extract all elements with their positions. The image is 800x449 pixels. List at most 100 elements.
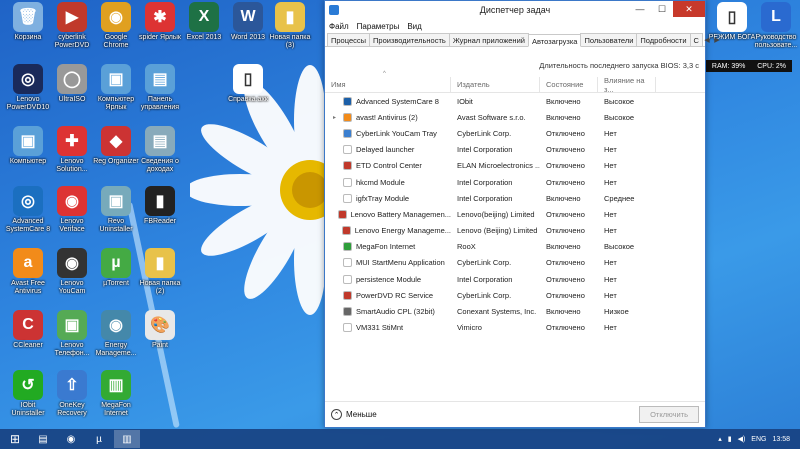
desktop-shortcut[interactable]: ◉ Energy Manageme... xyxy=(92,310,140,368)
cell-impact: Нет xyxy=(604,226,617,236)
desktop-shortcut[interactable]: ▯ РЕЖИМ БОГА xyxy=(708,2,756,60)
cell-name: Lenovo Energy Manageme... xyxy=(325,226,451,236)
table-row[interactable]: Advanced SystemCare 8 IObit Включено Высоко… xyxy=(325,93,705,109)
desktop-shortcut[interactable]: W Word 2013 xyxy=(224,2,272,60)
app-icon xyxy=(343,128,352,138)
table-row[interactable]: ETD Control Center ELAN Microelectronics … xyxy=(325,158,705,174)
cell-publisher: CyberLink Corp. xyxy=(457,290,512,300)
tab-scroll-right-icon[interactable]: ▶ xyxy=(712,34,722,46)
cpu-readout: CPU: 2% xyxy=(757,62,787,70)
language-indicator[interactable]: ENG xyxy=(751,436,766,443)
clock[interactable]: 13:58 xyxy=(772,436,790,443)
desktop-shortcut[interactable]: X Excel 2013 xyxy=(180,2,228,60)
desktop-shortcut[interactable]: 🗑 Корзина xyxy=(4,2,52,60)
desktop-shortcut[interactable]: 🎨 Paint xyxy=(136,310,184,368)
desktop-shortcut[interactable]: ▣ Компьютер xyxy=(4,126,52,184)
desktop-shortcut[interactable]: a Avast Free Antivirus xyxy=(4,248,52,306)
desktop-shortcut[interactable]: ◎ Advanced SystemCare 8 xyxy=(4,186,52,244)
taskbar-items: ▤ ◉ µ ▥ xyxy=(30,430,142,448)
tab-app-history[interactable]: Журнал приложений xyxy=(448,33,529,46)
minimize-button[interactable]: — xyxy=(629,1,651,17)
lenovo-solution-icon: ✚ xyxy=(57,126,87,156)
desktop-shortcut[interactable]: ◯ UltraISO xyxy=(48,64,96,122)
table-row[interactable]: persistence Module Intel Corporation Отклю… xyxy=(325,271,705,287)
column-impact[interactable]: Влияние на з... xyxy=(598,76,656,94)
desktop-shortcut[interactable]: ▣ Revo Uninstaller xyxy=(92,186,140,244)
table-row[interactable]: hkcmd Module Intel Corporation Отключено Не… xyxy=(325,174,705,190)
desktop-shortcut[interactable]: ✚ Lenovo Solution... xyxy=(48,126,96,184)
desktop-shortcut[interactable]: ▤ Сведения о доходах xyxy=(136,126,184,184)
tab-performance[interactable]: Производительность xyxy=(369,33,450,46)
desktop-shortcut[interactable]: ◎ Lenovo PowerDVD10 xyxy=(4,64,52,122)
desktop-shortcut[interactable]: ⇧ OneKey Recovery xyxy=(48,370,96,428)
reg-organizer-icon: ◆ xyxy=(101,126,131,156)
desktop-shortcut[interactable]: ▮ Новая папка (2) xyxy=(136,248,184,306)
close-button[interactable]: ✕ xyxy=(673,1,705,17)
chrome-icon[interactable]: ◉ xyxy=(58,430,84,448)
app-icon xyxy=(343,96,352,106)
tray-expand-icon[interactable]: ▴ xyxy=(718,435,722,443)
column-name[interactable]: Имя xyxy=(325,77,451,92)
table-row[interactable]: igfxTray Module Intel Corporation Включено… xyxy=(325,190,705,206)
table-row[interactable]: MUI StartMenu Application CyberLink Corp.… xyxy=(325,255,705,271)
table-row[interactable]: CyberLink YouCam Tray CyberLink Corp. Откл… xyxy=(325,125,705,141)
desktop-shortcut-label: Компьютер Ярлык xyxy=(97,96,135,111)
desktop-shortcut[interactable]: ◆ Reg Organizer xyxy=(92,126,140,184)
column-publisher[interactable]: Издатель xyxy=(451,77,540,92)
desktop-shortcut[interactable]: ✱ spider Ярлык xyxy=(136,2,184,60)
desktop-shortcut[interactable]: L Руководство пользовате... xyxy=(752,2,800,60)
desktop-shortcut[interactable]: ↺ IObit Uninstaller xyxy=(4,370,52,428)
cell-impact: Нет xyxy=(604,323,617,333)
desktop-shortcut[interactable]: ◉ Lenovo YouCam xyxy=(48,248,96,306)
tab-processes[interactable]: Процессы xyxy=(327,33,371,46)
desktop-shortcut[interactable]: ▮ Новая папка (3) xyxy=(266,2,314,60)
table-row[interactable]: SmartAudio CPL (32bit) Conexant Systems, … xyxy=(325,303,705,319)
tab-details[interactable]: Подробности xyxy=(636,33,691,46)
expand-arrow-icon[interactable]: ▸ xyxy=(333,114,339,121)
table-row[interactable]: Lenovo Energy Manageme... Lenovo (Beijing… xyxy=(325,223,705,239)
cell-publisher: ELAN Microelectronics ... xyxy=(457,161,540,171)
desktop-shortcut[interactable]: ▤ Панель управления xyxy=(136,64,184,122)
desktop-shortcut[interactable]: ▣ Lenovo Телефон... xyxy=(48,310,96,368)
desktop-shortcut[interactable]: ▯ Справка.ахк xyxy=(224,64,272,122)
desktop-shortcut[interactable]: ▣ Компьютер Ярлык xyxy=(92,64,140,122)
desktop-shortcut-label: Корзина xyxy=(14,34,42,41)
fewer-details-button[interactable]: ⌃ Меньше xyxy=(331,409,377,420)
desktop-shortcut[interactable]: C CCleaner xyxy=(4,310,52,368)
desktop-shortcut[interactable]: ◉ Lenovo Veriface xyxy=(48,186,96,244)
menu-options[interactable]: Параметры xyxy=(357,22,400,31)
tab-scroll-left-icon[interactable]: ◀ xyxy=(702,34,712,46)
tab-services[interactable]: С xyxy=(689,33,703,46)
title-bar[interactable]: Диспетчер задач — ☐ ✕ xyxy=(325,1,705,19)
desktop-shortcut-label: IObit Uninstaller xyxy=(11,402,45,417)
desktop-shortcut[interactable]: ◉ Google Chrome xyxy=(92,2,140,60)
desktop-shortcut[interactable]: µ µTorrent xyxy=(92,248,140,306)
desktop-shortcut[interactable]: ▮ FBReader xyxy=(136,186,184,244)
table-row[interactable]: MegaFon Internet RooX Включено Высокое xyxy=(325,239,705,255)
document-icon: ▯ xyxy=(717,2,747,32)
desktop-shortcut[interactable]: ▶ cyberlink PowerDVD xyxy=(48,2,96,60)
tab-users[interactable]: Пользователи xyxy=(580,33,638,46)
network-icon[interactable]: ▮ xyxy=(728,435,732,443)
table-row[interactable]: Lenovo Battery Managemen... Lenovo(beijin… xyxy=(325,206,705,222)
desktop-shortcut-label: Excel 2013 xyxy=(186,34,222,41)
cell-status: Отключено xyxy=(546,323,585,333)
column-status[interactable]: Состояние xyxy=(540,77,598,92)
table-row[interactable]: PowerDVD RC Service CyberLink Corp. Отключ… xyxy=(325,287,705,303)
table-row[interactable]: VM331 StiMnt Vimicro Отключено Нет xyxy=(325,320,705,336)
menu-file[interactable]: Файл xyxy=(329,22,349,31)
disable-button[interactable]: Отключить xyxy=(639,406,699,423)
cell-status: Включено xyxy=(546,112,581,122)
folder-icon[interactable]: ▤ xyxy=(30,430,56,448)
volume-icon[interactable]: ◀) xyxy=(738,435,746,443)
desktop-shortcut[interactable]: ▥ MegaFon Internet xyxy=(92,370,140,428)
maximize-button[interactable]: ☐ xyxy=(651,1,673,17)
cell-publisher: Intel Corporation xyxy=(457,193,513,203)
tab-startup[interactable]: Автозагрузка xyxy=(527,34,582,47)
table-row[interactable]: Delayed launcher Intel Corporation Отключе… xyxy=(325,142,705,158)
menu-view[interactable]: Вид xyxy=(407,22,421,31)
windows-start-icon[interactable]: ⊞ xyxy=(0,432,30,446)
utorrent-icon[interactable]: µ xyxy=(86,430,112,448)
task-manager-icon[interactable]: ▥ xyxy=(114,430,140,448)
table-row[interactable]: ▸ avast! Antivirus (2) Avast Software s.r.… xyxy=(325,109,705,125)
